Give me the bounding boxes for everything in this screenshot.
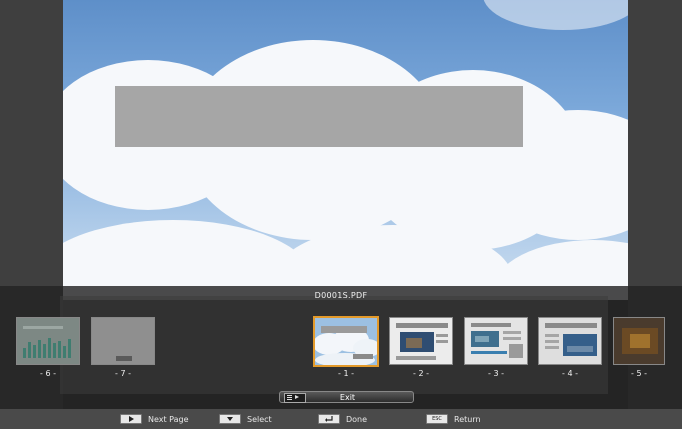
help-label: Next Page bbox=[148, 415, 189, 424]
exit-button[interactable]: Exit bbox=[279, 391, 414, 403]
thumbnail-label: - 1 - bbox=[338, 369, 354, 378]
thumbnail-page-7[interactable] bbox=[91, 317, 155, 365]
thumbnail-label: - 7 - bbox=[115, 369, 131, 378]
esc-key-icon: ESC bbox=[426, 414, 448, 424]
thumbnail-page-3[interactable] bbox=[464, 317, 528, 365]
exit-label: Exit bbox=[339, 393, 356, 402]
play-right-icon bbox=[120, 414, 142, 424]
thumbnail-label: - 2 - bbox=[413, 369, 429, 378]
thumbnail-page-4[interactable] bbox=[538, 317, 602, 365]
thumbnail-label: - 4 - bbox=[562, 369, 578, 378]
thumbnail-page-5[interactable] bbox=[613, 317, 665, 365]
thumbnail-label: - 6 - bbox=[40, 369, 56, 378]
help-label: Return bbox=[454, 415, 481, 424]
thumbnail-label: - 5 - bbox=[631, 369, 647, 378]
help-bar bbox=[0, 409, 682, 429]
help-label: Select bbox=[247, 415, 272, 424]
help-label: Done bbox=[346, 415, 368, 424]
file-name: D0001S.PDF bbox=[314, 291, 368, 300]
thumbnail-label: - 3 - bbox=[488, 369, 504, 378]
thumbnail-page-2[interactable] bbox=[389, 317, 453, 365]
enter-icon bbox=[318, 414, 340, 424]
text-placeholder-banner bbox=[115, 86, 523, 147]
page-preview bbox=[63, 0, 628, 300]
thumbnail-page-1[interactable] bbox=[313, 316, 379, 367]
thumbnail-page-6[interactable] bbox=[16, 317, 80, 365]
arrow-down-icon bbox=[219, 414, 241, 424]
